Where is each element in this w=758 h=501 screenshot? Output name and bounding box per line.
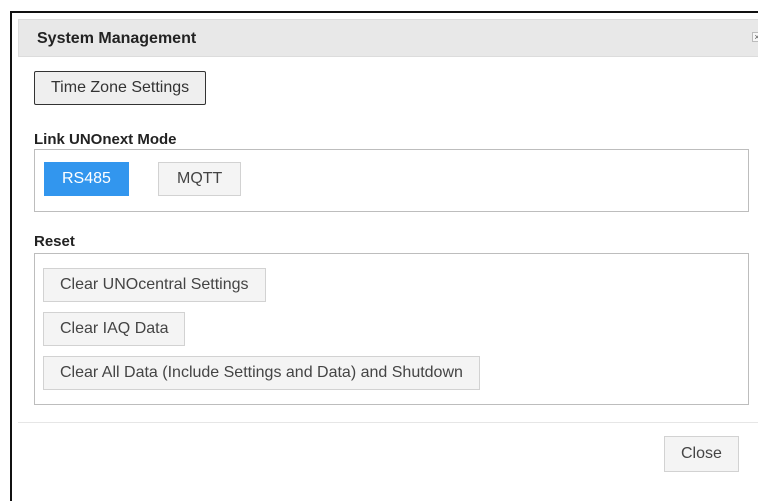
- footer-divider: [18, 422, 758, 423]
- system-management-dialog: System Management × Time Zone Settings L…: [10, 11, 758, 501]
- time-zone-settings-button[interactable]: Time Zone Settings: [34, 71, 207, 105]
- clear-all-data-shutdown-button[interactable]: Clear All Data (Include Settings and Dat…: [43, 356, 480, 390]
- close-icon[interactable]: ×: [752, 32, 758, 42]
- clear-unocentral-settings-button[interactable]: Clear UNOcentral Settings: [43, 268, 266, 302]
- dialog-title: System Management: [37, 30, 197, 47]
- reset-group: Clear UNOcentral Settings Clear IAQ Data…: [34, 253, 749, 405]
- dialog-titlebar: System Management ×: [18, 19, 758, 57]
- close-button[interactable]: Close: [664, 436, 739, 472]
- link-mode-group: RS485 MQTT: [34, 149, 749, 212]
- clear-iaq-data-button[interactable]: Clear IAQ Data: [43, 312, 186, 346]
- mode-mqtt-button[interactable]: MQTT: [158, 162, 242, 196]
- link-mode-label: Link UNOnext Mode: [34, 131, 177, 148]
- mode-rs485-button[interactable]: RS485: [44, 162, 129, 196]
- reset-label: Reset: [34, 233, 75, 250]
